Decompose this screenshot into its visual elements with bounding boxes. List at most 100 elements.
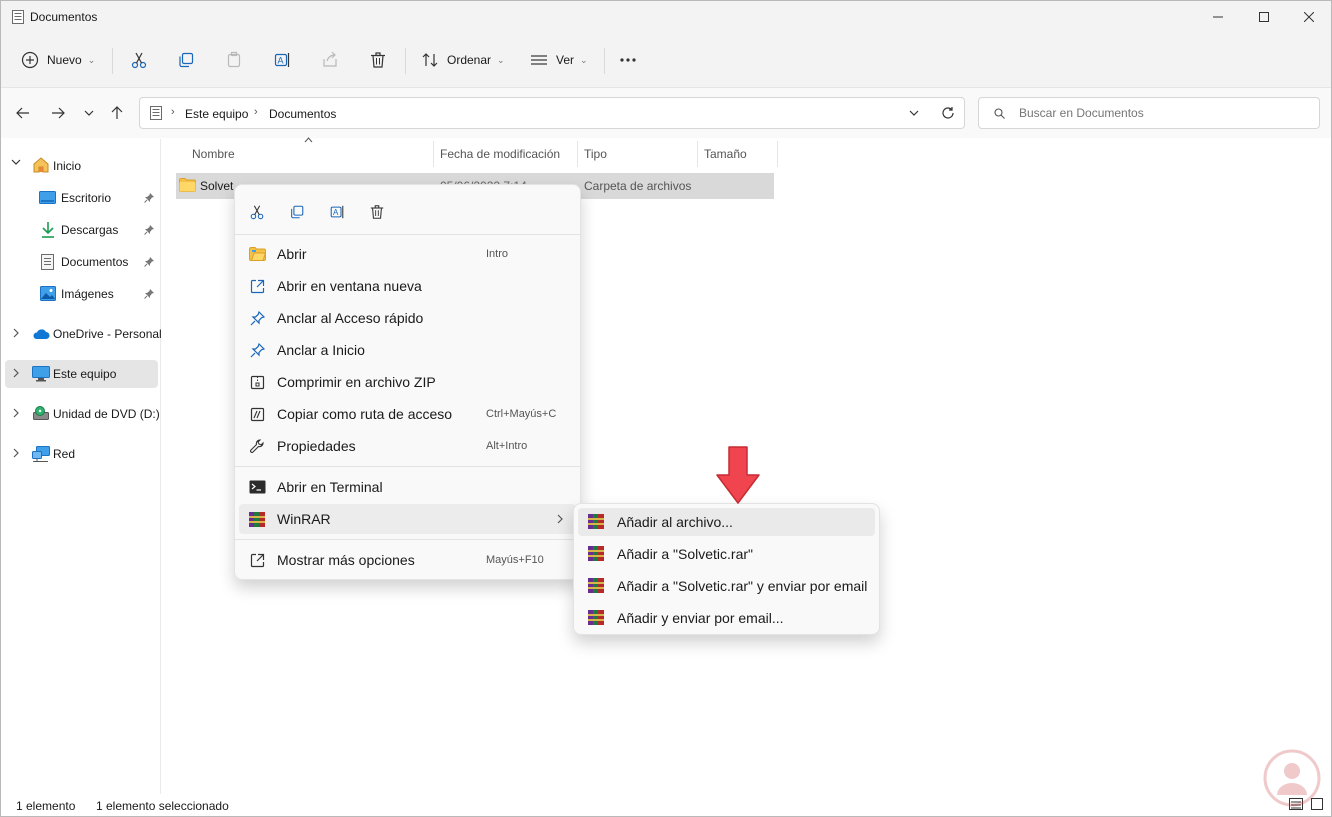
winrar-icon	[588, 546, 604, 561]
close-button[interactable]	[1286, 1, 1332, 33]
column-header-name[interactable]: Nombre	[192, 147, 235, 161]
chevron-down-icon: ⌄	[497, 54, 505, 65]
cut-icon[interactable]	[245, 201, 269, 223]
copy-icon[interactable]	[285, 201, 309, 223]
submenu-item-anadir-enviar-email[interactable]: Añadir a "Solvetic.rar" y enviar por ema…	[578, 572, 875, 600]
pin-icon	[248, 310, 266, 326]
paste-icon[interactable]	[223, 49, 245, 71]
sidebar-item-este-equipo[interactable]: Este equipo	[5, 360, 158, 388]
refresh-icon[interactable]	[941, 106, 955, 120]
menu-item-abrir-terminal[interactable]: Abrir en Terminal	[239, 472, 576, 502]
sidebar-item-label: Este equipo	[53, 367, 117, 381]
rename-icon[interactable]: A	[325, 201, 349, 223]
submenu-item-anadir-solvetic-rar[interactable]: Añadir a "Solvetic.rar"	[578, 540, 875, 568]
sidebar-item-dvd[interactable]: Unidad de DVD (D:)	[5, 400, 160, 428]
file-name: Solvetic	[200, 179, 234, 193]
submenu-item-label: Añadir y enviar por email...	[617, 610, 784, 626]
rename-icon[interactable]: A	[271, 49, 293, 71]
dvd-icon	[33, 406, 49, 421]
column-header-type[interactable]: Tipo	[584, 147, 607, 161]
network-icon	[32, 446, 50, 462]
recent-chevron-icon[interactable]	[77, 101, 101, 125]
column-divider[interactable]	[697, 141, 698, 167]
more-icon[interactable]	[617, 49, 639, 71]
cut-icon[interactable]	[128, 49, 150, 71]
up-arrow-icon[interactable]	[105, 101, 129, 125]
sidebar-item-escritorio[interactable]: Escritorio	[5, 184, 158, 212]
column-divider[interactable]	[433, 141, 434, 167]
sidebar-item-label: Imágenes	[61, 287, 114, 301]
divider	[112, 48, 113, 74]
maximize-button[interactable]	[1241, 1, 1287, 33]
breadcrumb-documentos[interactable]: Documentos	[269, 107, 336, 121]
sort-ascending-icon	[304, 137, 313, 143]
menu-item-winrar[interactable]: WinRAR	[239, 504, 576, 534]
delete-icon[interactable]	[367, 49, 389, 71]
menu-item-abrir[interactable]: Abrir Intro	[239, 239, 576, 269]
search-input[interactable]	[1017, 105, 1311, 121]
view-button[interactable]: Ver ⌄	[530, 46, 588, 74]
status-item-count: 1 elemento	[16, 799, 76, 813]
submenu-item-anadir-y-enviar[interactable]: Añadir y enviar por email...	[578, 604, 875, 632]
delete-icon[interactable]	[365, 201, 389, 223]
menu-separator	[235, 234, 580, 235]
pin-icon[interactable]	[144, 225, 154, 235]
plus-circle-icon	[21, 51, 39, 69]
column-header-size[interactable]: Tamaño	[704, 147, 747, 161]
column-divider[interactable]	[577, 141, 578, 167]
forward-arrow-icon[interactable]	[46, 101, 70, 125]
sidebar-item-onedrive[interactable]: OneDrive - Personal	[5, 320, 162, 348]
sidebar-item-inicio[interactable]: Inicio	[5, 152, 158, 180]
menu-item-propiedades[interactable]: Propiedades Alt+Intro	[239, 431, 576, 461]
red-arrow-annotation-icon	[715, 445, 761, 505]
menu-item-anclar-inicio[interactable]: Anclar a Inicio	[239, 335, 576, 365]
window-title: Documentos	[30, 10, 98, 24]
sidebar-item-descargas[interactable]: Descargas	[5, 216, 158, 244]
sidebar-item-imagenes[interactable]: Imágenes	[5, 280, 158, 308]
submenu-item-anadir-archivo[interactable]: Añadir al archivo...	[578, 508, 875, 536]
chevron-right-icon[interactable]	[13, 408, 19, 418]
pin-icon[interactable]	[144, 257, 154, 267]
sidebar-item-label: Red	[53, 447, 76, 461]
sidebar-item-label: Escritorio	[61, 191, 112, 205]
chevron-right-icon[interactable]	[13, 448, 19, 458]
submenu-item-label: Añadir a "Solvetic.rar"	[617, 546, 753, 562]
menu-separator	[235, 466, 580, 467]
winrar-icon	[248, 511, 266, 527]
share-icon[interactable]	[319, 49, 341, 71]
view-label: Ver	[556, 53, 575, 67]
breadcrumb-chevron-icon: ›	[171, 106, 175, 118]
menu-item-anclar-acceso-rapido[interactable]: Anclar al Acceso rápido	[239, 303, 576, 333]
menu-item-copiar-ruta[interactable]: Copiar como ruta de acceso Ctrl+Mayús+C	[239, 399, 576, 429]
menu-item-comprimir-zip[interactable]: Comprimir en archivo ZIP	[239, 367, 576, 397]
terminal-icon	[248, 479, 266, 495]
back-arrow-icon[interactable]	[11, 101, 35, 125]
copy-icon[interactable]	[175, 49, 197, 71]
new-button[interactable]: Nuevo ⌄	[21, 46, 95, 74]
menu-item-label: Abrir en Terminal	[277, 479, 383, 495]
breadcrumb-este-equipo[interactable]: Este equipo	[185, 107, 248, 121]
search-box[interactable]	[978, 97, 1320, 129]
chevron-right-icon[interactable]	[13, 328, 19, 338]
address-dropdown-icon[interactable]	[909, 110, 919, 116]
sidebar-item-documentos[interactable]: Documentos	[5, 248, 158, 276]
column-header-date[interactable]: Fecha de modificación	[440, 147, 560, 161]
pin-icon[interactable]	[144, 193, 154, 203]
chevron-down-icon[interactable]	[11, 159, 21, 165]
minimize-button[interactable]	[1195, 1, 1241, 33]
menu-item-label: Anclar al Acceso rápido	[277, 310, 424, 326]
address-bar[interactable]: › Este equipo › Documentos	[139, 97, 965, 129]
sort-button[interactable]: Ordenar ⌄	[421, 46, 505, 74]
download-icon	[41, 221, 55, 238]
menu-item-abrir-ventana-nueva[interactable]: Abrir en ventana nueva	[239, 271, 576, 301]
sort-label: Ordenar	[447, 53, 492, 67]
status-selected-count: 1 elemento seleccionado	[96, 799, 229, 813]
explorer-window: Documentos Nuevo ⌄ A Ordenar ⌄ Ver ⌄ › E…	[0, 0, 1332, 817]
pin-icon[interactable]	[144, 289, 154, 299]
sidebar-item-red[interactable]: Red	[5, 440, 158, 468]
column-divider[interactable]	[777, 141, 778, 167]
context-menu: A Abrir Intro Abrir en ventana nueva Anc…	[234, 184, 581, 580]
chevron-right-icon[interactable]	[13, 368, 19, 378]
winrar-icon	[588, 514, 604, 529]
menu-item-mostrar-mas-opciones[interactable]: Mostrar más opciones Mayús+F10	[239, 545, 576, 575]
